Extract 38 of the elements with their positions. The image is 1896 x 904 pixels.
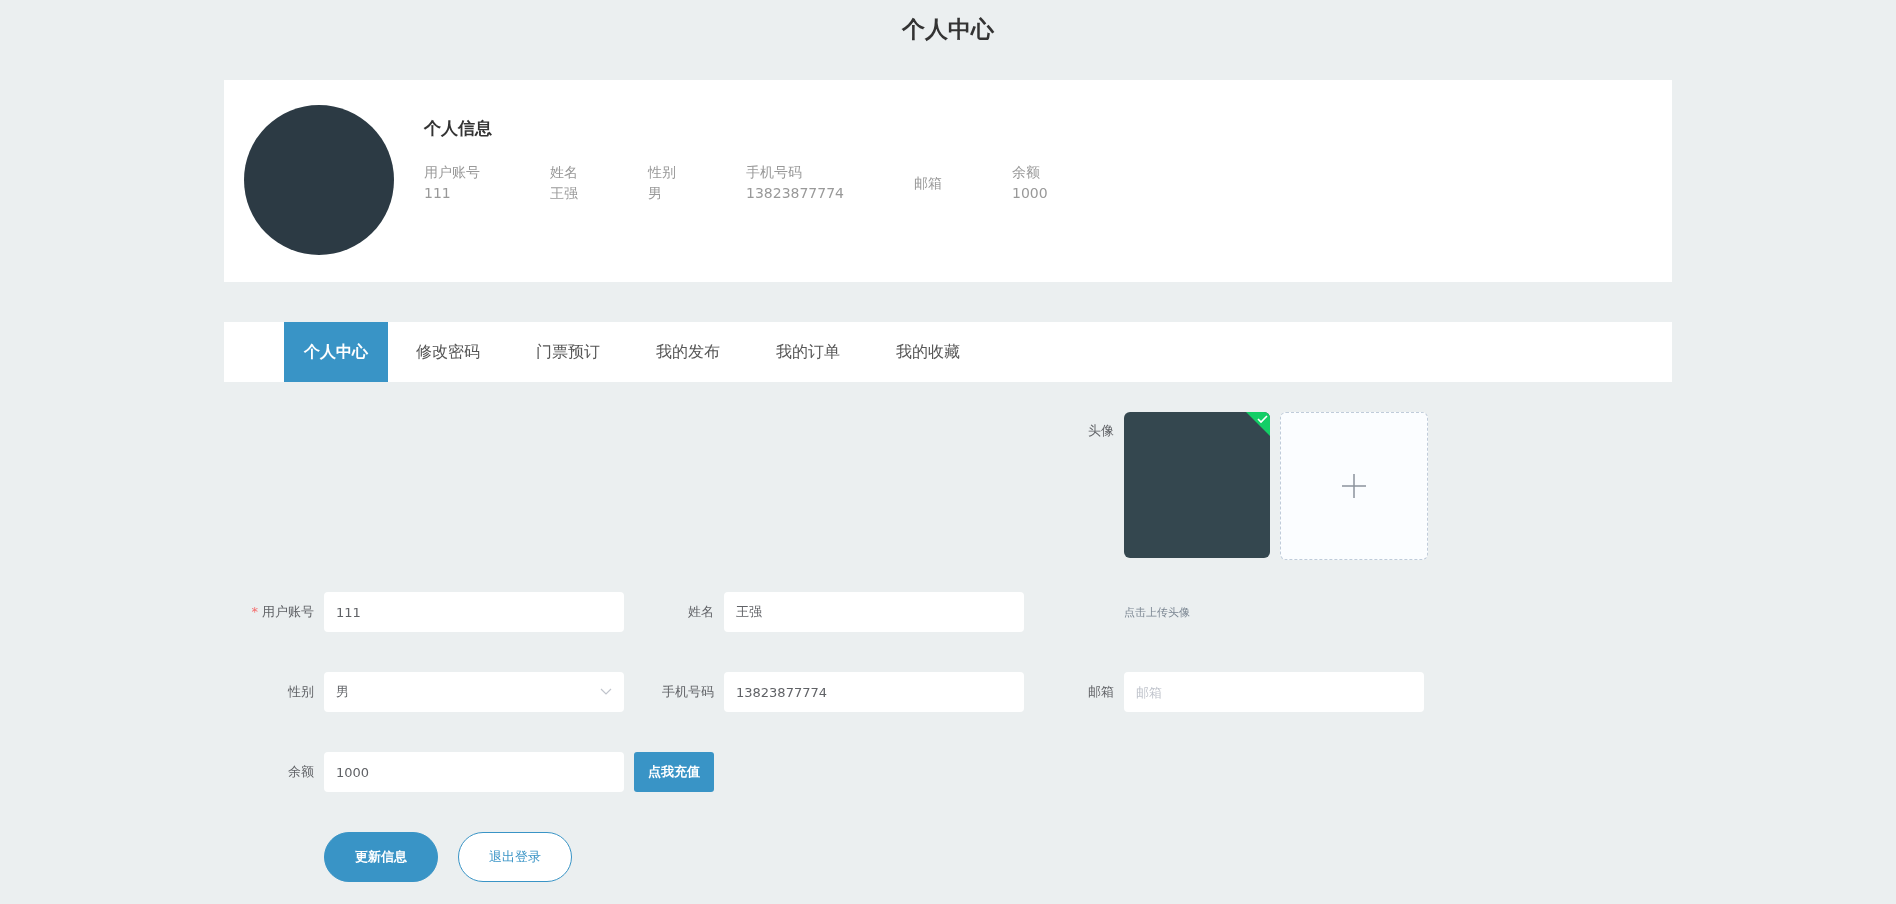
field-label: 性别 [287,683,314,701]
info-value: 1000 [1012,184,1048,203]
info-label: 用户账号 [424,163,480,182]
input-field[interactable]: 王强 [724,592,1024,632]
profile-heading: 个人信息 [424,117,493,140]
input-field[interactable]: 13823877774 [724,672,1024,712]
info-label: 邮箱 [914,173,942,193]
upload-hint: 点击上传头像 [1124,604,1190,620]
field-label: 余额 [287,763,314,781]
tab[interactable]: 我的发布 [628,322,748,382]
input-field[interactable]: 邮箱 [1124,672,1424,712]
logout-button[interactable]: 退出登录 [458,832,572,882]
info-label: 手机号码 [746,163,803,182]
info-label: 性别 [648,163,676,182]
upload-button[interactable] [1280,412,1428,560]
required-mark: * [251,604,258,619]
tab[interactable]: 我的订单 [748,322,868,382]
field-label: 手机号码 [661,683,714,701]
info-label: 姓名 [550,163,578,182]
field-label: 用户账号 [262,604,314,619]
input-field[interactable]: 111 [324,592,624,632]
field-label: 姓名 [687,603,714,621]
plus-icon [1340,472,1368,500]
input-field[interactable]: 1000 [324,752,624,792]
chevron-down-icon [600,688,612,696]
info-value: 男 [648,184,663,203]
tab[interactable]: 我的收藏 [868,322,988,382]
select-field[interactable]: 男 [324,672,624,712]
info-label: 余额 [1012,163,1041,182]
check-badge-icon [1246,412,1270,436]
info-value: 王强 [550,184,578,203]
info-value: 111 [424,184,452,203]
field-label: 头像 [1087,422,1114,440]
tab[interactable]: 修改密码 [388,322,508,382]
field-label: 邮箱 [1087,683,1114,701]
info-value: 13823877774 [746,184,844,203]
tab[interactable]: 门票预订 [508,322,628,382]
page-title: 个人中心 [901,15,995,44]
